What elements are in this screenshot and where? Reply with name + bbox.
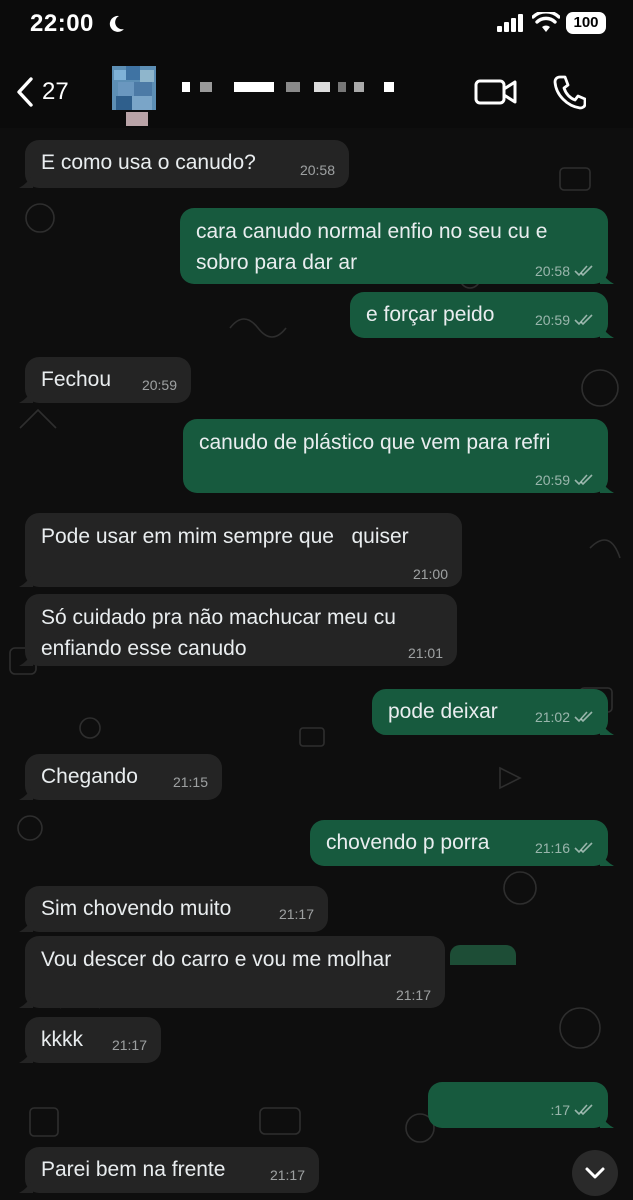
chevron-left-icon	[17, 77, 33, 107]
bubble-tail	[19, 786, 33, 800]
message-meta: :17	[551, 1102, 594, 1118]
message-time: 20:59	[534, 472, 570, 488]
bubble-tail	[19, 1179, 33, 1193]
bubble-tail	[600, 324, 614, 338]
phone-icon[interactable]	[552, 74, 586, 110]
message-text: Só cuidado pra não machucar meu cu enfia…	[41, 606, 396, 660]
message-text: E como usa o canudo?	[41, 151, 256, 174]
incoming-message[interactable]: Fechou 20:59	[19, 357, 191, 403]
message-meta: 21:17	[396, 987, 431, 1003]
double-check-icon	[574, 711, 593, 723]
chat-header: 27	[0, 50, 633, 128]
incoming-message[interactable]: kkkk 21:17	[19, 1017, 161, 1063]
incoming-message[interactable]: Chegando 21:15	[19, 754, 222, 800]
battery-icon: 100	[566, 12, 606, 34]
message-meta: 21:17	[270, 1167, 305, 1183]
back-button[interactable]: 27	[14, 72, 94, 112]
bubble-tail	[600, 721, 614, 735]
message-text: canudo de plástico que vem para refri	[199, 431, 551, 454]
signal-icon	[497, 14, 523, 32]
status-bar: 22:00 100	[0, 0, 633, 50]
message-meta: 20:58	[300, 162, 335, 178]
message-meta: 21:02	[535, 709, 594, 725]
outgoing-message[interactable]: cara canudo normal enfio no seu cu e sob…	[180, 208, 614, 284]
unread-count: 27	[42, 78, 69, 105]
double-check-icon	[574, 474, 593, 486]
incoming-message[interactable]: E como usa o canudo? 20:58	[19, 140, 349, 188]
message-time: 21:00	[412, 566, 448, 582]
bubble-tail	[600, 1114, 614, 1128]
double-check-icon	[574, 265, 593, 277]
bubble-tail	[19, 652, 33, 666]
bubble-tail	[600, 479, 614, 493]
message-time: 21:16	[534, 840, 570, 856]
message-meta: 21:17	[112, 1037, 147, 1053]
incoming-message[interactable]: Só cuidado pra não machucar meu cu enfia…	[19, 594, 457, 666]
double-check-icon	[574, 314, 593, 326]
message-time: 21:15	[172, 774, 208, 790]
bubble-tail	[19, 918, 33, 932]
bubble-tail	[19, 174, 33, 188]
wifi-icon	[532, 12, 560, 32]
message-text: Pode usar em mim sempre que quiser	[41, 525, 409, 548]
message-meta: 21:15	[173, 774, 208, 790]
outgoing-message[interactable]: e forçar peido 20:59	[350, 292, 614, 338]
message-time: 21:17	[395, 987, 431, 1003]
message-text: cara canudo normal enfio no seu cu e sob…	[196, 220, 548, 274]
message-time: 20:58	[299, 162, 335, 178]
message-time: 20:59	[534, 312, 570, 328]
message-meta: 21:17	[279, 906, 314, 922]
outgoing-message[interactable]: pode deixar 21:02	[372, 689, 614, 735]
bubble-tail	[600, 270, 614, 284]
message-text: Vou descer do carro e vou me molhar	[41, 948, 392, 971]
moon-icon	[109, 15, 124, 32]
bubble-tail	[600, 852, 614, 866]
message-time: :17	[550, 1102, 570, 1118]
message-time: 21:17	[278, 906, 314, 922]
message-meta: 20:58	[535, 263, 594, 279]
video-camera-icon[interactable]	[474, 76, 518, 108]
message-time: 21:17	[269, 1167, 305, 1183]
message-meta: 21:00	[413, 566, 448, 582]
bubble-tail	[19, 389, 33, 403]
battery-level: 100	[573, 14, 599, 31]
avatar[interactable]	[112, 66, 156, 126]
message-time: 21:02	[534, 709, 570, 725]
message-time: 20:58	[534, 263, 570, 279]
status-time: 22:00	[30, 10, 94, 37]
incoming-message[interactable]: Sim chovendo muito 21:17	[19, 886, 328, 932]
incoming-message[interactable]: Pode usar em mim sempre que quiser 21:00	[19, 513, 462, 587]
outgoing-message[interactable]: canudo de plástico que vem para refri 20:…	[183, 419, 614, 493]
bubble-tail	[19, 573, 33, 587]
double-check-icon	[574, 1104, 593, 1116]
bubble-tail	[19, 1049, 33, 1063]
message-meta: 21:16	[535, 840, 594, 856]
incoming-message[interactable]: Parei bem na frente 21:17	[19, 1147, 319, 1193]
message-time: 20:59	[141, 377, 177, 393]
contact-name-redacted	[182, 82, 394, 92]
redaction-mark	[450, 945, 516, 965]
message-meta: 20:59	[535, 472, 594, 488]
double-check-icon	[574, 842, 593, 854]
chevron-down-icon	[585, 1167, 605, 1179]
scroll-down-button[interactable]	[572, 1150, 618, 1196]
message-meta: 21:01	[408, 645, 443, 661]
message-time: 21:17	[111, 1037, 147, 1053]
outgoing-message[interactable]: chovendo p porra 21:16	[310, 820, 614, 866]
message-text: Parei bem na frente	[41, 1158, 226, 1181]
bubble-tail	[19, 994, 33, 1008]
outgoing-message[interactable]: :17	[428, 1082, 614, 1128]
message-meta: 20:59	[142, 377, 177, 393]
message-time: 21:01	[407, 645, 443, 661]
incoming-message[interactable]: Vou descer do carro e vou me molhar 21:17	[19, 936, 445, 1008]
message-meta: 20:59	[535, 312, 594, 328]
message-text: Sim chovendo muito	[41, 897, 232, 920]
